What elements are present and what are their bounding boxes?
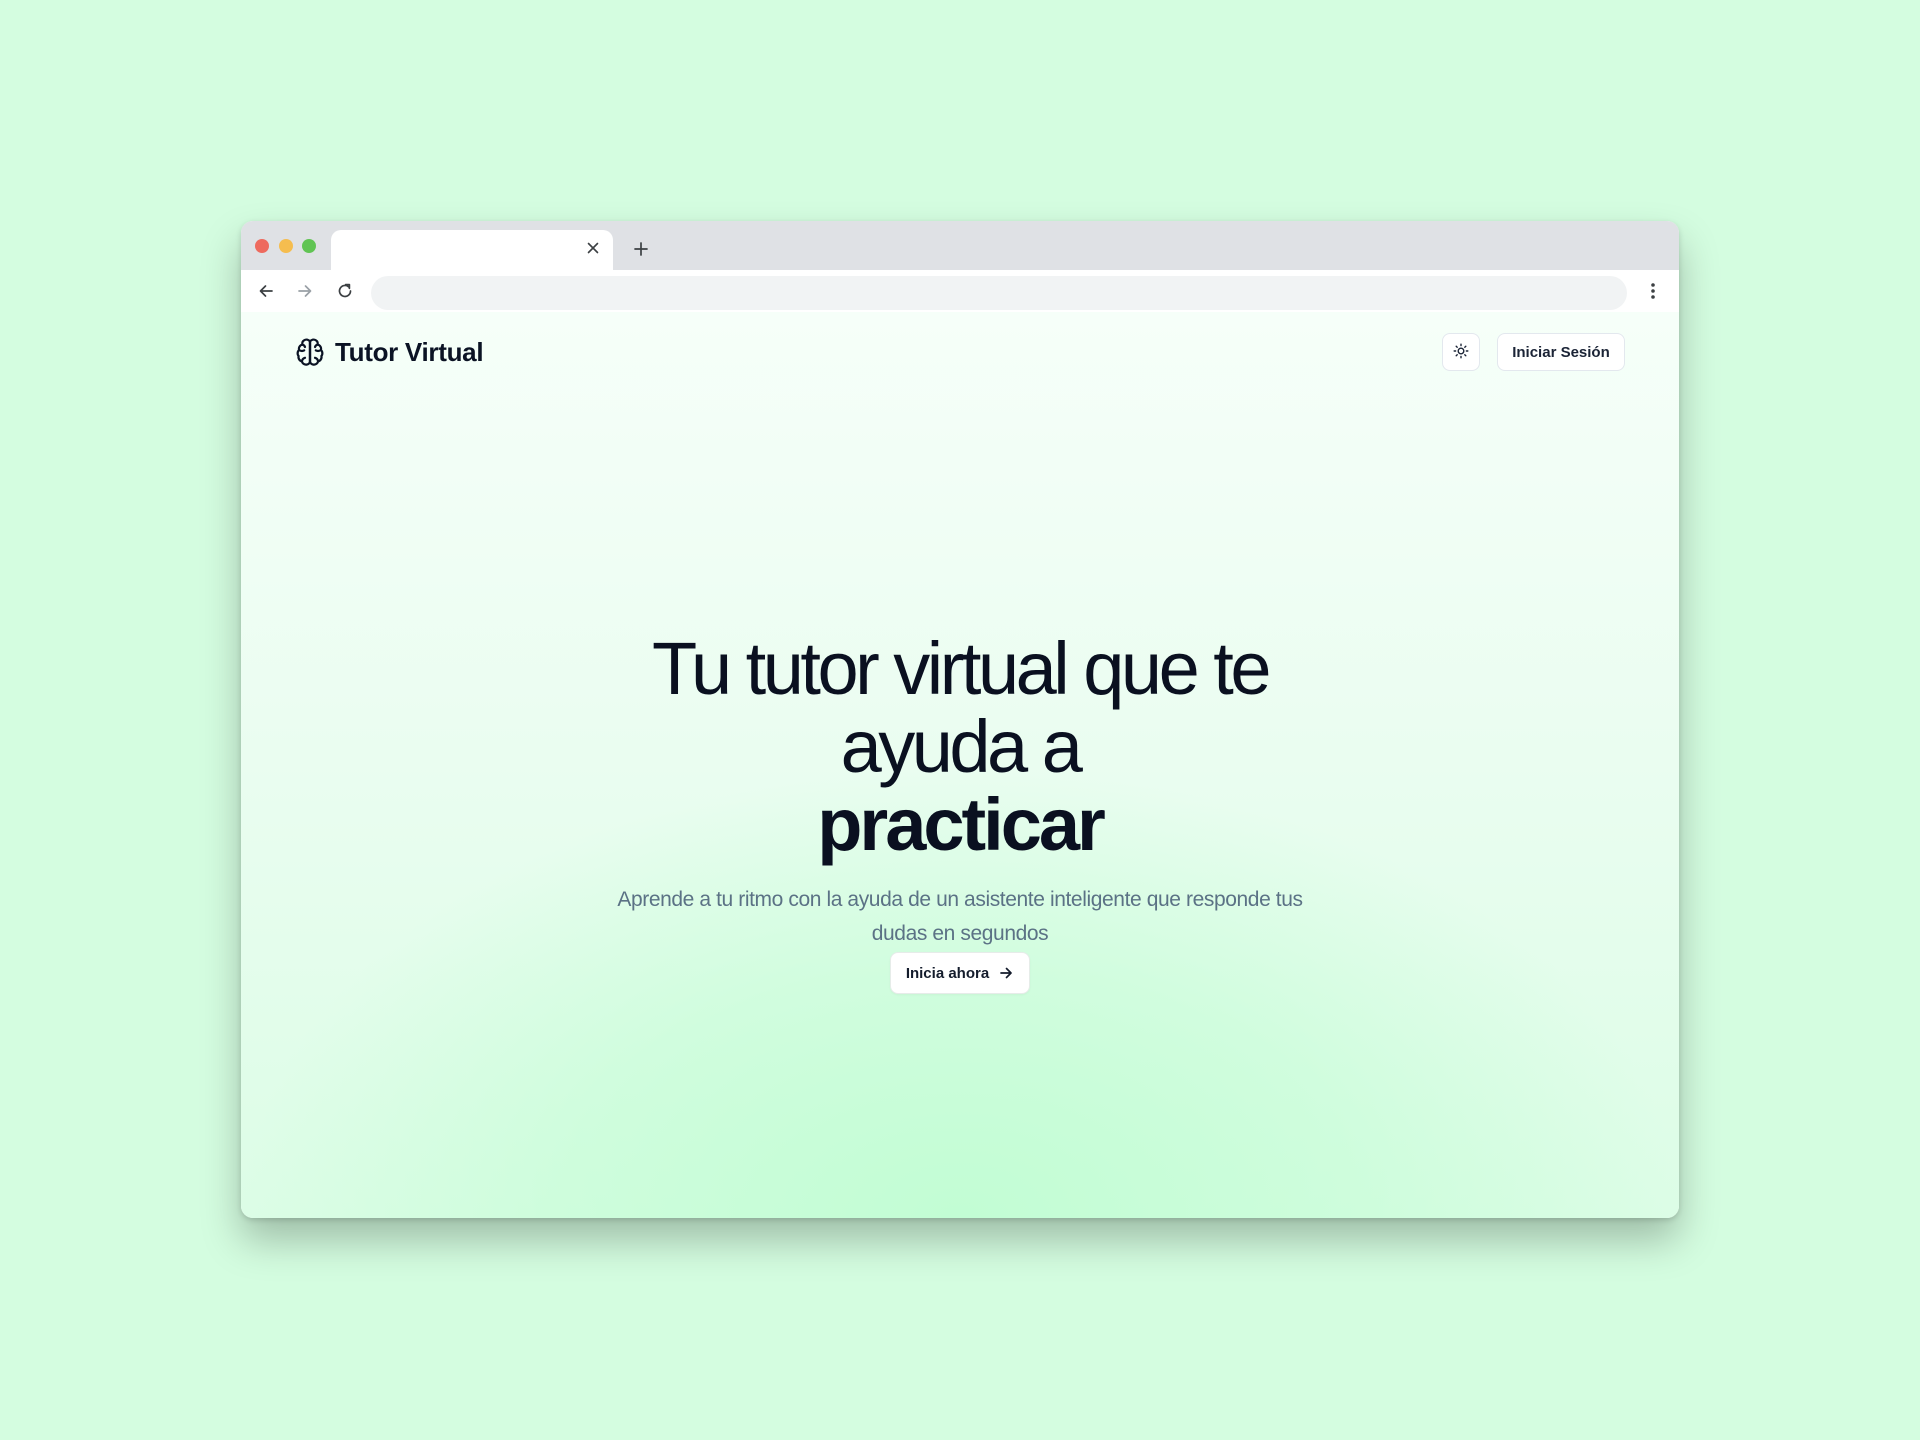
hero-title-emphasis: practicar: [817, 783, 1106, 866]
kebab-menu-icon[interactable]: [1641, 279, 1665, 303]
reload-icon[interactable]: [333, 279, 357, 303]
browser-tab[interactable]: [331, 230, 613, 270]
brand-link[interactable]: Tutor Virtual: [294, 335, 484, 369]
page-viewport: Tutor Virtual Iniciar Sesión Tu tutor vi…: [241, 312, 1679, 1218]
window-maximize-button[interactable]: [302, 239, 316, 253]
arrow-right-icon: [998, 965, 1014, 981]
hero-title-line-1: Tu tutor virtual que te: [652, 627, 1272, 710]
brand-name: Tutor Virtual: [335, 336, 484, 367]
hero-title-line-2: ayuda a: [840, 705, 1083, 788]
arrow-right-icon[interactable]: [293, 279, 317, 303]
arrow-left-icon[interactable]: [254, 279, 278, 303]
start-now-label: Inicia ahora: [905, 964, 990, 982]
browser-titlebar: [241, 221, 1679, 270]
browser-window: Tutor Virtual Iniciar Sesión Tu tutor vi…: [241, 221, 1679, 1218]
login-button[interactable]: Iniciar Sesión: [1497, 333, 1625, 371]
sun-icon: [1453, 343, 1469, 362]
site-header: Tutor Virtual Iniciar Sesión: [241, 312, 1679, 398]
hero-subtitle: Aprende a tu ritmo con la ayuda de un as…: [617, 888, 1303, 945]
close-icon[interactable]: [583, 238, 603, 258]
theme-toggle-button[interactable]: [1442, 333, 1480, 371]
browser-toolbar: [241, 270, 1679, 312]
hero-title: Tu tutor virtual que te ayuda a practica…: [241, 630, 1679, 864]
brain-icon: [294, 336, 326, 368]
window-minimize-button[interactable]: [279, 239, 293, 253]
address-bar[interactable]: [371, 276, 1627, 310]
window-close-button[interactable]: [255, 239, 269, 253]
start-now-button[interactable]: Inicia ahora: [890, 952, 1030, 994]
plus-icon[interactable]: [627, 235, 655, 263]
